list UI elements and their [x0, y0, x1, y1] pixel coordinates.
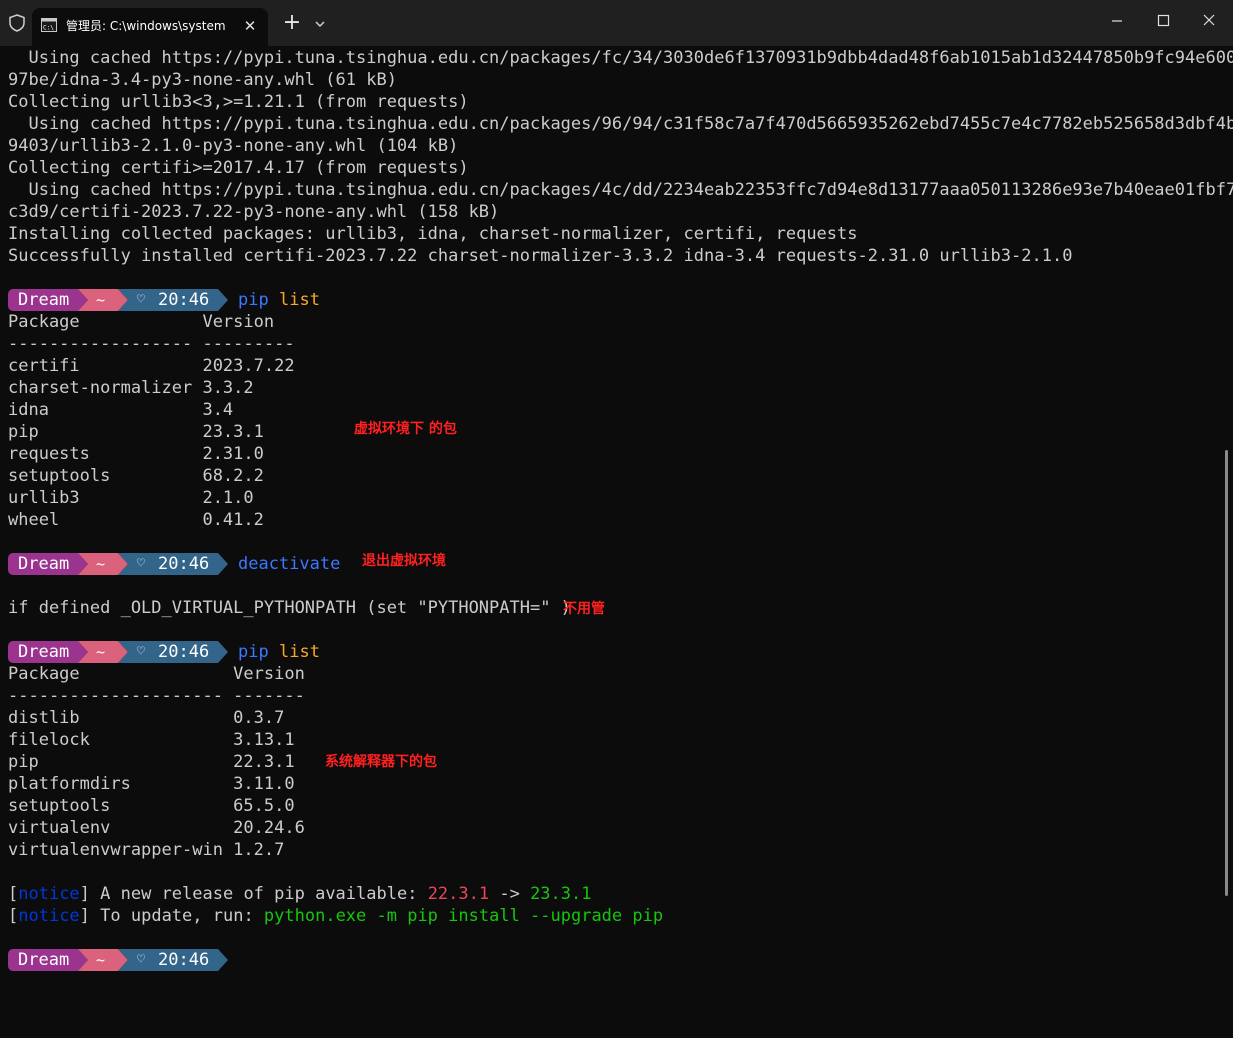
package-row: distlib 0.3.7 — [8, 708, 285, 728]
prompt-home: ~ — [96, 951, 106, 969]
output-line: Using cached https://pypi.tuna.tsinghua.… — [8, 48, 1233, 68]
output-line: Collecting certifi>=2017.4.17 (from requ… — [8, 158, 469, 178]
notice-arrow: -> — [489, 884, 531, 904]
package-row: ------------------ --------- — [8, 334, 295, 354]
output-line: Installing collected packages: urllib3, … — [8, 224, 858, 244]
prompt-time: 20:46 — [158, 950, 210, 970]
package-row: pip 23.3.1 — [8, 422, 264, 442]
package-row: urllib3 2.1.0 — [8, 488, 254, 508]
prompt-time: 20:46 — [158, 642, 210, 662]
minimize-button[interactable] — [1094, 6, 1140, 36]
notice-text: To update, run: — [89, 906, 264, 926]
terminal-icon: C:\ — [41, 18, 57, 32]
package-row: setuptools 68.2.2 — [8, 466, 264, 486]
output-line: Successfully installed certifi-2023.7.22… — [8, 246, 1073, 266]
notice-line: [notice] To update, run: python.exe -m p… — [8, 906, 664, 926]
output-line: c3d9/certifi-2023.7.22-py3-none-any.whl … — [8, 202, 500, 222]
new-version: 23.3.1 — [530, 884, 592, 904]
annotation-exit-venv: 退出虚拟环境 — [362, 553, 446, 569]
command-deactivate: deactivate — [238, 554, 341, 574]
output-line: Using cached https://pypi.tuna.tsinghua.… — [8, 114, 1233, 134]
package-row: --------------------- ------- — [8, 686, 305, 706]
heart-icon: ♡ — [137, 556, 145, 571]
annotation-system-packages: 系统解释器下的包 — [325, 754, 437, 770]
command-pip: pip — [238, 290, 269, 310]
heart-icon: ♡ — [137, 292, 145, 307]
prompt-user: Dream — [18, 290, 70, 310]
old-version: 22.3.1 — [427, 884, 490, 904]
package-row: filelock 3.13.1 — [8, 730, 295, 750]
svg-text:C:\: C:\ — [43, 25, 54, 32]
command-list: list — [279, 290, 320, 310]
package-row: setuptools 65.5.0 — [8, 796, 295, 816]
title-bar: C:\ 管理员: C:\windows\system32\ ✕ + — [0, 0, 1233, 46]
package-row: certifi 2023.7.22 — [8, 356, 295, 376]
prompt-user: Dream — [18, 950, 70, 970]
package-row: Package Version — [8, 312, 275, 332]
output-line: if defined _OLD_VIRTUAL_PYTHONPATH (set … — [8, 598, 571, 618]
package-row: idna 3.4 — [8, 400, 234, 420]
scrollbar[interactable] — [1225, 450, 1228, 896]
prompt-home: ~ — [96, 291, 106, 309]
prompt-time: 20:46 — [158, 554, 210, 574]
notice-tag: notice — [18, 906, 80, 926]
shield-icon — [9, 14, 25, 32]
terminal-tab[interactable]: C:\ 管理员: C:\windows\system32\ ✕ — [32, 8, 268, 46]
package-row: charset-normalizer 3.3.2 — [8, 378, 254, 398]
window-close-button[interactable] — [1186, 6, 1232, 36]
prompt-time: 20:46 — [158, 290, 210, 310]
output-line: Using cached https://pypi.tuna.tsinghua.… — [8, 180, 1233, 200]
prompt-home: ~ — [96, 555, 106, 573]
annotation-venv-packages: 虚拟环境下 的包 — [354, 421, 457, 437]
package-row: virtualenvwrapper-win 1.2.7 — [8, 840, 285, 860]
prompt-home: ~ — [96, 643, 106, 661]
terminal-output[interactable]: Using cached https://pypi.tuna.tsinghua.… — [8, 47, 1233, 1027]
notice-tag: notice — [18, 884, 80, 904]
package-row: virtualenv 20.24.6 — [8, 818, 305, 838]
close-icon[interactable]: ✕ — [240, 16, 260, 36]
package-row: requests 2.31.0 — [8, 444, 264, 464]
maximize-button[interactable] — [1140, 6, 1186, 36]
package-row: wheel 0.41.2 — [8, 510, 264, 530]
output-line: 97be/idna-3.4-py3-none-any.whl (61 kB) — [8, 70, 397, 90]
package-row: pip 22.3.1 — [8, 752, 295, 772]
new-tab-button[interactable]: + — [280, 12, 304, 36]
heart-icon: ♡ — [137, 644, 145, 659]
output-line: Collecting urllib3<3,>=1.21.1 (from requ… — [8, 92, 469, 112]
package-row: Package Version — [8, 664, 305, 684]
heart-icon: ♡ — [137, 952, 145, 967]
tab-title: 管理员: C:\windows\system32\ — [66, 19, 226, 33]
command-pip: pip — [238, 642, 269, 662]
output-line: 9403/urllib3-2.1.0-py3-none-any.whl (104… — [8, 136, 459, 156]
package-row: platformdirs 3.11.0 — [8, 774, 295, 794]
command-list: list — [279, 642, 320, 662]
prompt-user: Dream — [18, 642, 70, 662]
annotation-ignore: 不用管 — [563, 601, 605, 617]
notice-text: A new release of pip available: — [89, 884, 428, 904]
prompt-user: Dream — [18, 554, 70, 574]
chevron-down-icon[interactable] — [310, 14, 330, 34]
notice-line: [notice] A new release of pip available:… — [8, 884, 592, 904]
update-command: python.exe -m pip install --upgrade pip — [263, 906, 664, 926]
